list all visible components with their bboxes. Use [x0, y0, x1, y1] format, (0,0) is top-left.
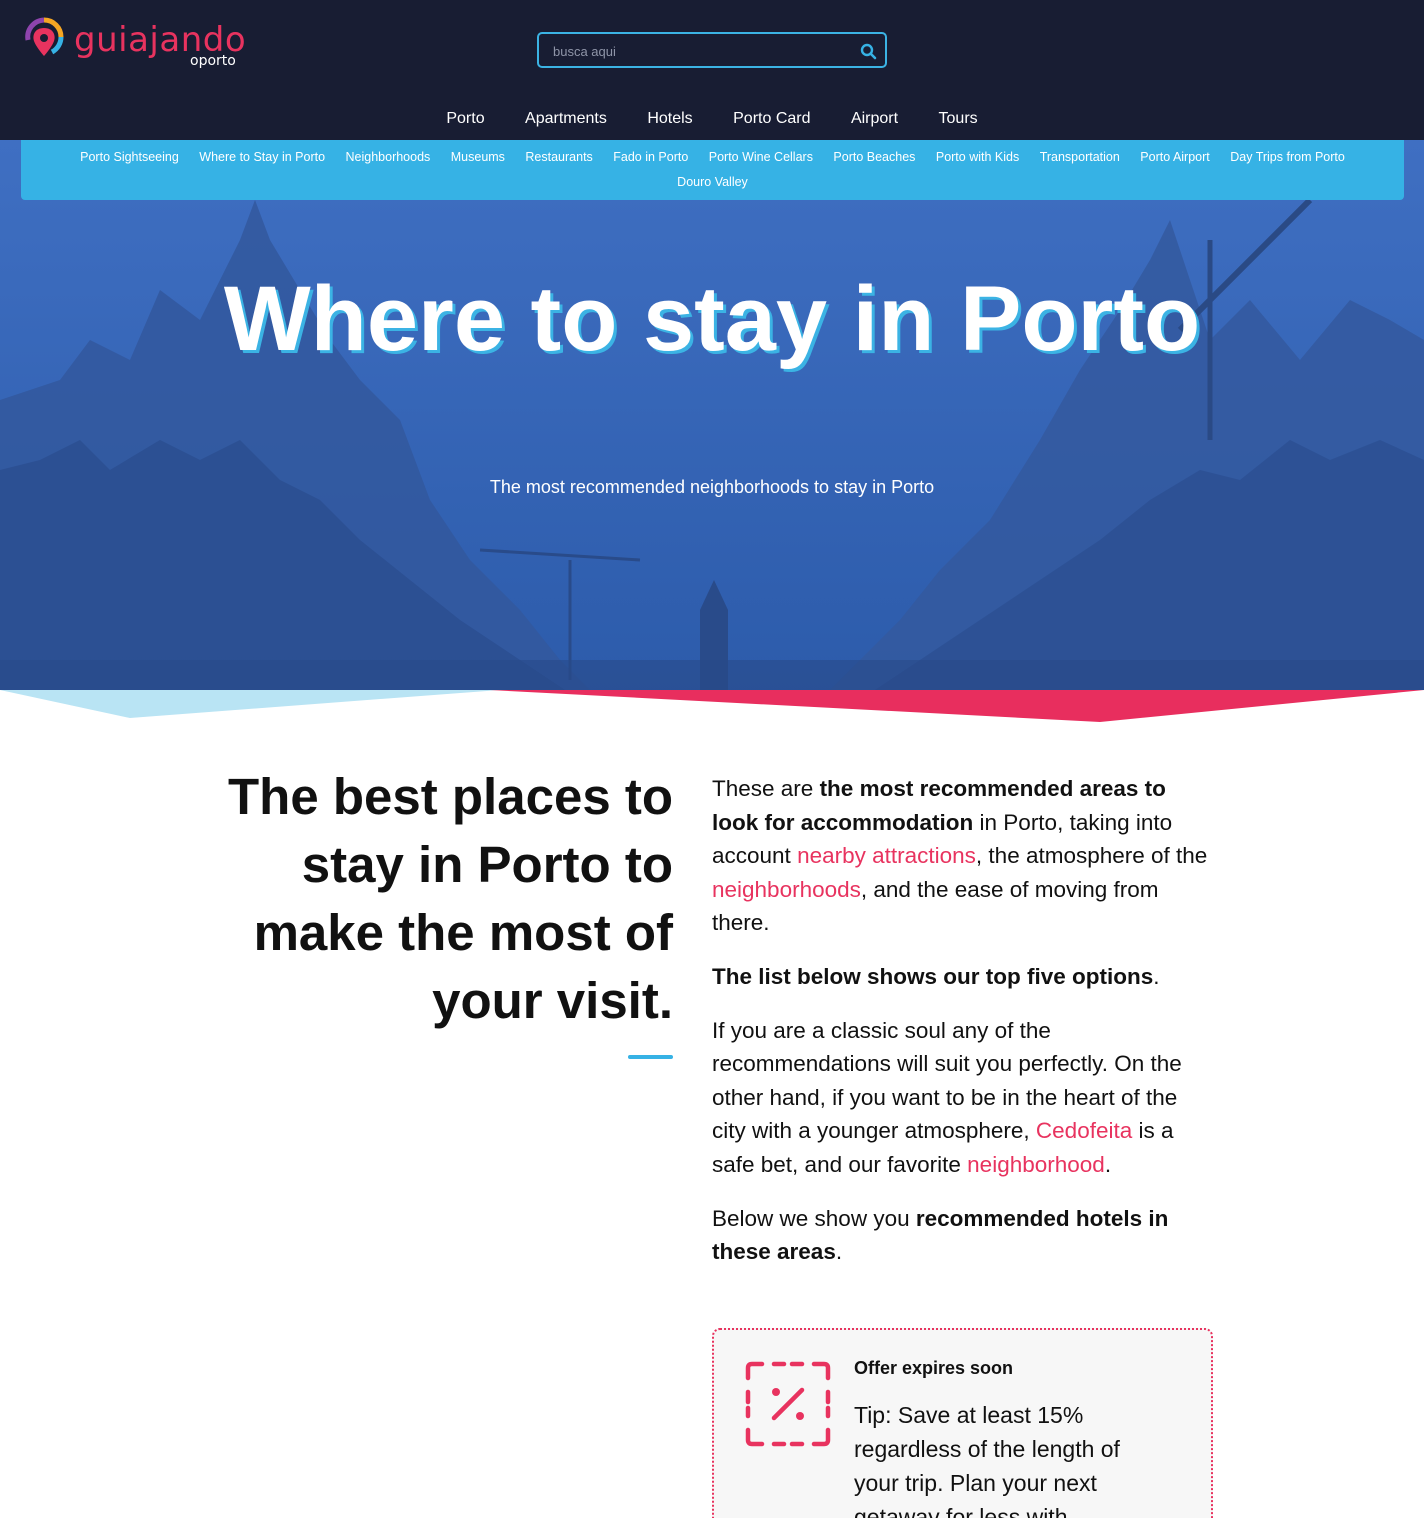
search-input[interactable] [553, 42, 843, 60]
main-nav-porto[interactable]: Porto [446, 110, 484, 128]
main-nav-hotels[interactable]: Hotels [647, 110, 692, 128]
logo-subtitle: oporto [190, 53, 236, 69]
subnav-restaurants[interactable]: Restaurants [525, 150, 592, 164]
subnav-wine-cellars[interactable]: Porto Wine Cellars [709, 150, 813, 164]
intro-paragraph-2: The list below shows our top five option… [712, 960, 1217, 994]
subnav-fado[interactable]: Fado in Porto [613, 150, 688, 164]
heading-divider [628, 1055, 673, 1059]
search-icon [860, 43, 877, 60]
main-nav-apartments[interactable]: Apartments [525, 110, 607, 128]
text: , the atmosphere of the [975, 843, 1208, 869]
link-neighborhood[interactable]: neighborhood [967, 1152, 1105, 1177]
subnav-where-to-stay[interactable]: Where to Stay in Porto [199, 150, 325, 164]
map-pin-logo-icon [25, 17, 64, 56]
search-button[interactable] [857, 40, 879, 62]
subnav-transportation[interactable]: Transportation [1040, 150, 1120, 164]
hero-background-image [0, 140, 1424, 760]
text: These are [712, 776, 820, 801]
subnav-airport[interactable]: Porto Airport [1140, 150, 1209, 164]
subnav-beaches[interactable]: Porto Beaches [833, 150, 915, 164]
offer-title: Offer expires soon [854, 1358, 1014, 1378]
intro-text: These are the most recommended areas to … [712, 772, 1217, 1289]
site-logo[interactable]: guiajando oporto [22, 16, 262, 72]
text: . [1153, 963, 1160, 989]
link-neighborhoods[interactable]: neighborhoods [712, 877, 861, 902]
search-box [537, 32, 887, 68]
text: . [835, 1239, 843, 1265]
discount-icon [745, 1361, 831, 1447]
intro-paragraph-1: These are the most recommended areas to … [712, 772, 1217, 940]
main-nav-airport[interactable]: Airport [851, 110, 898, 128]
main-nav: Porto Apartments Hotels Porto Card Airpo… [0, 110, 1424, 128]
link-nearby-attractions[interactable]: nearby attractions [797, 843, 976, 868]
subnav-day-trips[interactable]: Day Trips from Porto [1230, 150, 1345, 164]
section-heading: The best places to stay in Porto to make… [228, 768, 673, 1029]
link-cedofeita[interactable]: Cedofeita [1036, 1118, 1132, 1143]
intro-paragraph-4: Below we show you recommended hotels in … [712, 1202, 1217, 1269]
subnav-douro-valley[interactable]: Douro Valley [677, 175, 748, 189]
bold-text: The list below shows our top five option… [712, 963, 1154, 989]
hero-banner: Where to stay in Porto The most recommen… [0, 140, 1424, 760]
subnav-kids[interactable]: Porto with Kids [936, 150, 1019, 164]
secondary-nav: Porto Sightseeing Where to Stay in Porto… [21, 140, 1404, 200]
offer-text: Tip: Save at least 15% regardless of the… [854, 1402, 1120, 1518]
text: Below we show you [712, 1205, 916, 1231]
site-header: guiajando oporto Porto Apartments Hotels… [0, 0, 1424, 140]
subnav-museums[interactable]: Museums [451, 150, 505, 164]
hero-subtitle: The most recommended neighborhoods to st… [489, 477, 935, 497]
main-nav-porto-card[interactable]: Porto Card [733, 110, 810, 128]
main-nav-tours[interactable]: Tours [939, 110, 978, 128]
intro-paragraph-3: If you are a classic soul any of the rec… [712, 1014, 1217, 1182]
hero-title: Where to stay in Porto [223, 268, 1201, 370]
offer-box: Offer expires soon Tip: Save at least 15… [712, 1328, 1213, 1518]
subnav-porto-sightseeing[interactable]: Porto Sightseeing [80, 150, 179, 164]
text: . [1104, 1151, 1112, 1177]
subnav-neighborhoods[interactable]: Neighborhoods [346, 150, 431, 164]
